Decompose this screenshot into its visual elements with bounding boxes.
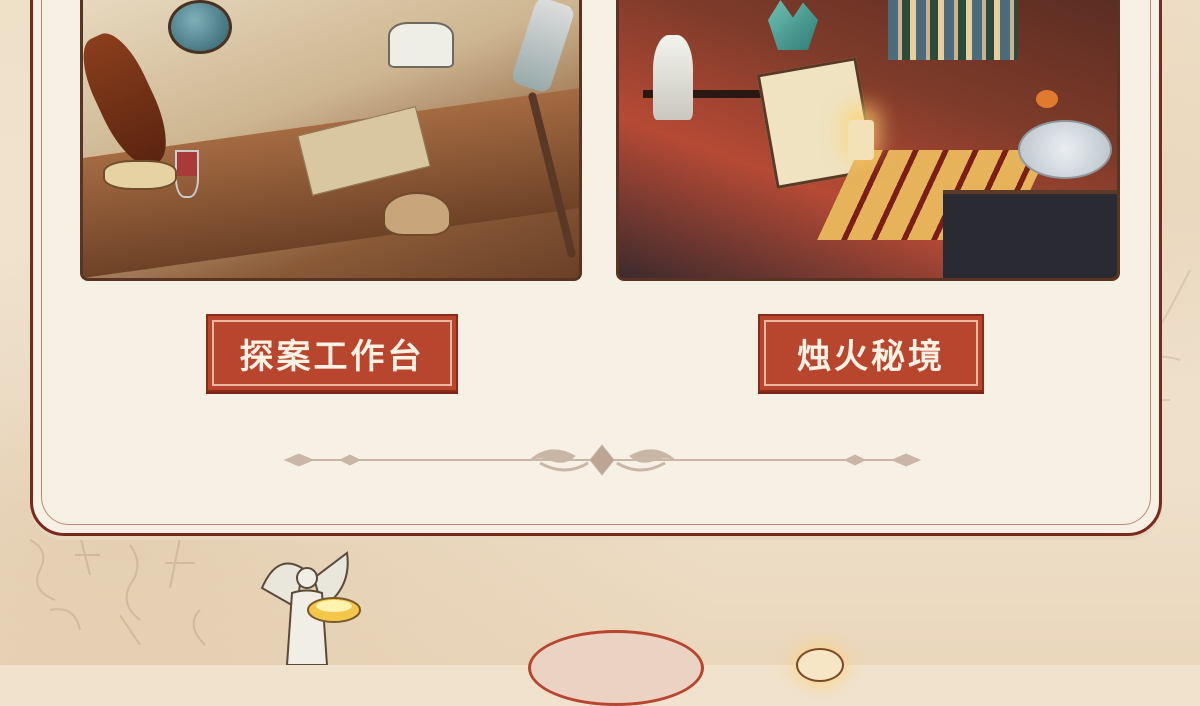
silver-tray-icon <box>1018 120 1112 179</box>
scene-image-candle-realm[interactable] <box>616 0 1120 281</box>
candle-icon <box>796 648 844 682</box>
round-seal-decoration <box>528 630 704 706</box>
angel-statue-icon <box>260 551 361 665</box>
wine-glass-icon <box>175 150 199 198</box>
microscope-icon <box>510 0 576 94</box>
globe-icon <box>168 0 232 54</box>
scene-image-detective-desk[interactable] <box>80 0 582 281</box>
background-calligraphy <box>20 520 250 660</box>
scene-label-text: 烛火秘境 <box>797 336 945 377</box>
crystal-cluster-icon <box>768 0 818 50</box>
deerstalker-hat-icon <box>383 192 451 236</box>
potion-bottles-icon <box>888 0 1018 60</box>
angel-statue-icon <box>653 35 693 120</box>
desk-lamp-icon <box>103 160 177 190</box>
scene-label-candle-realm[interactable]: 烛火秘境 <box>758 314 984 392</box>
scene-label-text: 探案工作台 <box>239 336 425 377</box>
ornamental-divider-icon <box>283 444 922 476</box>
telephone-icon <box>388 22 454 68</box>
pumpkin-icon <box>1036 90 1058 108</box>
candle-icon <box>848 120 874 160</box>
scene-label-detective-desk[interactable]: 探案工作台 <box>206 314 458 392</box>
cabinet-icon <box>943 190 1117 278</box>
